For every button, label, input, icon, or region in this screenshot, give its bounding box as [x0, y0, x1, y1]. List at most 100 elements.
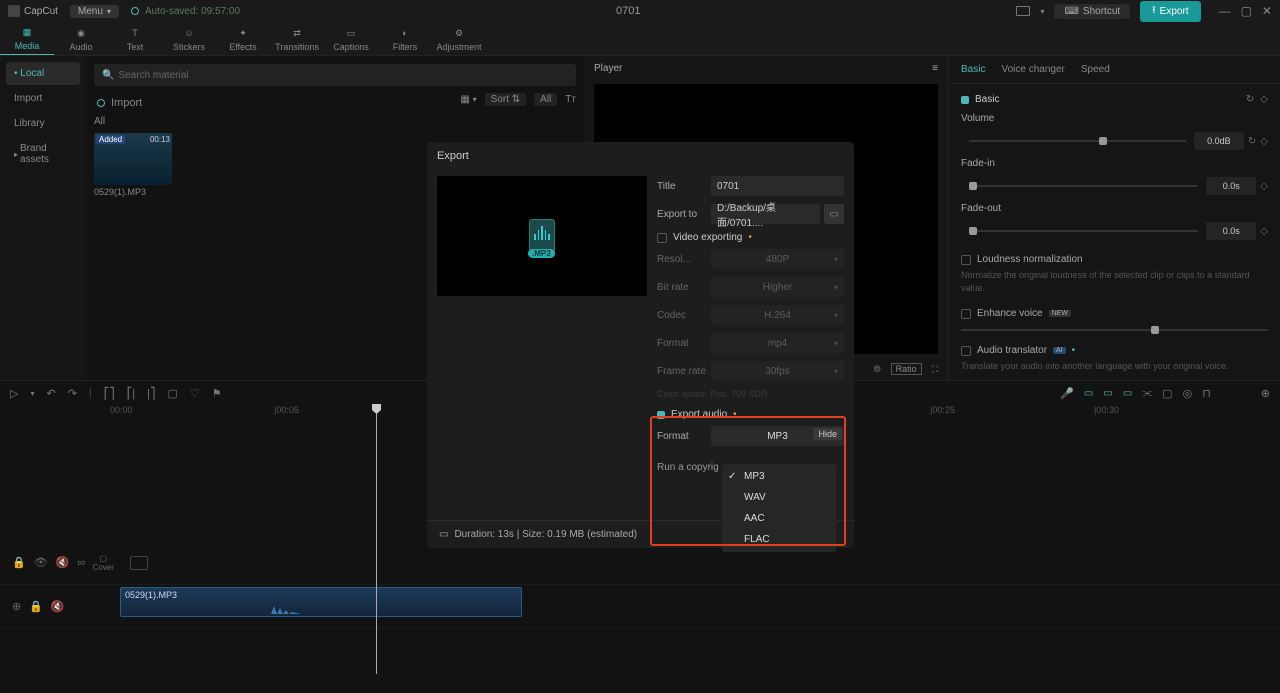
- bitrate-select[interactable]: Higher▾: [711, 277, 844, 297]
- format-option-wav[interactable]: WAV: [722, 487, 836, 508]
- collapse-icon[interactable]: ⊕: [12, 600, 21, 613]
- filter-all-button[interactable]: All: [534, 93, 557, 106]
- resolution-select[interactable]: 480P▾: [711, 249, 844, 269]
- playhead[interactable]: [376, 404, 377, 674]
- shortcut-button[interactable]: ⌨Shortcut: [1054, 4, 1130, 19]
- link-row-icon[interactable]: ∞: [77, 557, 85, 569]
- minimize-button[interactable]: —: [1219, 4, 1231, 18]
- cc3-icon[interactable]: ▭: [1123, 388, 1132, 399]
- tab-adjustment[interactable]: ⚙Adjustment: [432, 26, 486, 55]
- view-toggle[interactable]: ▦ ▾: [460, 94, 476, 105]
- inspector-tab-speed[interactable]: Speed: [1081, 64, 1110, 75]
- tab-filters[interactable]: ◐Filters: [378, 26, 432, 55]
- fullscreen-icon[interactable]: ⛶: [932, 364, 938, 375]
- tab-text[interactable]: TText: [108, 26, 162, 55]
- tab-audio[interactable]: ◉Audio: [54, 26, 108, 55]
- trim-left-icon[interactable]: ⎡|: [127, 387, 135, 400]
- format-option-mp3[interactable]: ✓MP3: [722, 466, 836, 487]
- video-export-checkbox[interactable]: [657, 233, 667, 243]
- tab-stickers[interactable]: ☺Stickers: [162, 26, 216, 55]
- eye-icon[interactable]: 👁: [34, 556, 48, 569]
- export-title-input[interactable]: 0701: [711, 176, 844, 196]
- link-icon[interactable]: ⫘: [1142, 387, 1152, 400]
- translator-checkbox[interactable]: [961, 346, 971, 356]
- fadein-value[interactable]: 0.0s: [1206, 177, 1256, 195]
- video-placeholder-icon[interactable]: [130, 556, 148, 570]
- sidebar-item-local[interactable]: • Local: [6, 62, 80, 85]
- monitor-icon[interactable]: ▢: [1162, 387, 1172, 400]
- trim-right-icon[interactable]: |⎤: [147, 387, 155, 400]
- audio-format-select[interactable]: MP3 Hide: [711, 426, 844, 446]
- sidebar-item-library[interactable]: Library: [6, 112, 80, 135]
- keyframe-icon[interactable]: ◇: [1260, 94, 1268, 105]
- mute2-icon[interactable]: 🔇: [51, 600, 65, 613]
- inspector-tab-basic[interactable]: Basic: [961, 64, 985, 75]
- split-icon[interactable]: ⎡⎤: [104, 387, 115, 400]
- volume-value[interactable]: 0.0dB: [1194, 132, 1244, 150]
- ruler-tick: |00:05: [274, 405, 299, 415]
- browse-button[interactable]: ▭: [824, 204, 844, 224]
- fadeout-slider[interactable]: [969, 230, 1198, 232]
- export-button[interactable]: ⭱Export: [1140, 1, 1200, 22]
- translator-desc: Translate your audio into another langua…: [961, 360, 1268, 373]
- zoom-timeline-icon[interactable]: ⊕: [1261, 387, 1270, 400]
- media-clip[interactable]: Added 00:13 0529(1).MP3: [94, 133, 172, 197]
- marker-icon[interactable]: ♡: [190, 387, 200, 400]
- lock2-icon[interactable]: 🔒: [29, 600, 43, 613]
- capture-icon[interactable]: ⦾: [873, 364, 880, 375]
- format-option-flac[interactable]: FLAC: [722, 529, 836, 550]
- framerate-select[interactable]: 30fps▾: [711, 361, 844, 381]
- cc-icon[interactable]: ▭: [1084, 388, 1093, 399]
- player-menu-icon[interactable]: ≡: [932, 63, 938, 74]
- search-input[interactable]: 🔍 Search material: [94, 64, 576, 86]
- tab-transitions[interactable]: ⇄Transitions: [270, 26, 324, 55]
- enhance-slider[interactable]: [961, 329, 1268, 331]
- export-path-input[interactable]: D:/Backup/桌面/0701....: [711, 204, 820, 224]
- redo-icon[interactable]: ↷: [68, 387, 77, 400]
- inspector-tab-voice-changer[interactable]: Voice changer: [1001, 64, 1064, 75]
- volume-slider[interactable]: [969, 140, 1186, 142]
- sidebar-item-brand-assets[interactable]: ▸ Brand assets: [6, 137, 80, 171]
- fadeout-value[interactable]: 0.0s: [1206, 222, 1256, 240]
- tab-media[interactable]: ▦Media: [0, 25, 54, 55]
- loudness-checkbox[interactable]: [961, 255, 971, 265]
- cc2-icon[interactable]: ▭: [1103, 388, 1112, 399]
- delete-icon[interactable]: ▢: [168, 387, 178, 400]
- loudness-title: Loudness normalization: [977, 254, 1083, 265]
- undo-icon[interactable]: ↶: [46, 387, 55, 400]
- mic-icon[interactable]: 🎤: [1060, 387, 1074, 400]
- reset-icon[interactable]: ↻: [1246, 94, 1254, 105]
- fadein-slider[interactable]: [969, 185, 1198, 187]
- format-option-aac[interactable]: AAC: [722, 508, 836, 529]
- audio-export-checkbox[interactable]: [657, 411, 665, 419]
- mute-icon[interactable]: 🔇: [56, 556, 70, 569]
- codec-select[interactable]: H.264▾: [711, 305, 844, 325]
- translator-title: Audio translator: [977, 345, 1047, 356]
- close-button[interactable]: ✕: [1262, 4, 1272, 18]
- hide-button[interactable]: Hide: [813, 428, 842, 440]
- maximize-button[interactable]: ▢: [1241, 4, 1252, 18]
- menu-button[interactable]: Menu▾: [70, 5, 119, 18]
- timeline-audio-clip[interactable]: 0529(1).MP3: [120, 587, 522, 617]
- magnet-icon[interactable]: ⊓: [1202, 387, 1211, 400]
- basic-section-title: Basic: [975, 94, 999, 105]
- settings-chevron[interactable]: ▾: [1040, 7, 1044, 16]
- text-size-button[interactable]: Tᴛ: [565, 94, 576, 105]
- app-logo: CapCut: [8, 5, 58, 17]
- flag-icon[interactable]: ⚑: [212, 387, 222, 400]
- enhance-checkbox[interactable]: [961, 309, 971, 319]
- loudness-desc: Normalize the original loudness of the s…: [961, 269, 1268, 294]
- sidebar-item-import[interactable]: Import: [6, 87, 80, 110]
- export-footer-info: Duration: 13s | Size: 0.19 MB (estimated…: [454, 529, 637, 540]
- sort-button[interactable]: Sort ⇅: [485, 93, 527, 106]
- aspect-icon[interactable]: [1016, 6, 1030, 16]
- snap-icon[interactable]: ◎: [1183, 387, 1193, 400]
- import-button[interactable]: Import: [94, 94, 145, 112]
- video-format-select[interactable]: mp4▾: [711, 333, 844, 353]
- tab-captions[interactable]: ▭Captions: [324, 26, 378, 55]
- select-tool[interactable]: ▷: [10, 387, 18, 400]
- tab-effects[interactable]: ✦Effects: [216, 26, 270, 55]
- ratio-button[interactable]: Ratio: [891, 363, 922, 375]
- all-label: All: [94, 116, 576, 127]
- lock-icon[interactable]: 🔒: [12, 556, 26, 569]
